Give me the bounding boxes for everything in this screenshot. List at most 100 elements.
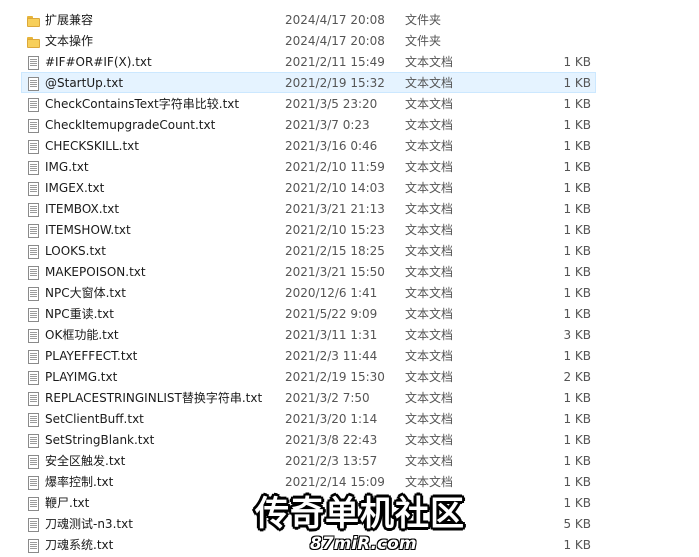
text-file-icon <box>25 118 41 134</box>
file-size: 1 KB <box>563 265 591 279</box>
file-name: CheckItemupgradeCount.txt <box>45 118 216 132</box>
file-row[interactable]: @StartUp.txt 2021/2/19 15:32 文本文档 1 KB <box>21 72 596 93</box>
file-type: 文本文档 <box>405 454 454 468</box>
file-modified-date: 2021/3/2 7:50 <box>285 391 370 405</box>
text-file-icon <box>25 328 41 344</box>
file-type: 文本文档 <box>405 265 454 279</box>
file-size: 1 KB <box>563 139 591 153</box>
file-name: ITEMSHOW.txt <box>45 223 131 237</box>
text-file-icon <box>25 160 41 176</box>
file-name: 扩展兼容 <box>45 13 94 27</box>
watermark-text: 传奇单机社区 <box>255 494 465 534</box>
file-row[interactable]: SetClientBuff.txt 2021/3/20 1:14 文本文档 1 KB <box>21 408 596 429</box>
file-modified-date: 2021/2/11 15:49 <box>285 55 385 69</box>
file-name: PLAYEFFECT.txt <box>45 349 138 363</box>
file-type: 文本文档 <box>405 286 454 300</box>
file-row[interactable]: CHECKSKILL.txt 2021/3/16 0:46 文本文档 1 KB <box>21 135 596 156</box>
file-size: 1 KB <box>563 412 591 426</box>
text-file-icon <box>25 433 41 449</box>
file-name: LOOKS.txt <box>45 244 106 258</box>
file-modified-date: 2021/3/7 0:23 <box>285 118 370 132</box>
file-row[interactable]: ITEMBOX.txt 2021/3/21 21:13 文本文档 1 KB <box>21 198 596 219</box>
file-row[interactable]: CheckItemupgradeCount.txt 2021/3/7 0:23 文本… <box>21 114 596 135</box>
file-type: 文本文档 <box>405 55 454 69</box>
file-name: 安全区触发.txt <box>45 454 126 468</box>
file-name: 鞭尸.txt <box>45 496 90 510</box>
file-row[interactable]: ITEMSHOW.txt 2021/2/10 15:23 文本文档 1 KB <box>21 219 596 240</box>
file-modified-date: 2021/3/21 21:13 <box>285 202 385 216</box>
file-modified-date: 2021/2/19 15:30 <box>285 370 385 384</box>
file-name: CheckContainsText字符串比较.txt <box>45 97 240 111</box>
text-file-icon <box>25 454 41 470</box>
file-row[interactable]: OK框功能.txt 2021/3/11 1:31 文本文档 3 KB <box>21 324 596 345</box>
file-name: NPC重读.txt <box>45 307 114 321</box>
file-row[interactable]: REPLACESTRINGINLIST替换字符串.txt 2021/3/2 7:5… <box>21 387 596 408</box>
file-row[interactable]: PLAYEFFECT.txt 2021/2/3 11:44 文本文档 1 KB <box>21 345 596 366</box>
text-file-icon <box>25 370 41 386</box>
file-modified-date: 2021/3/21 15:50 <box>285 265 385 279</box>
file-size: 1 KB <box>563 223 591 237</box>
file-size: 1 KB <box>563 307 591 321</box>
file-size: 1 KB <box>563 202 591 216</box>
text-file-icon <box>25 76 41 92</box>
file-type: 文本文档 <box>405 160 454 174</box>
file-modified-date: 2021/3/20 1:14 <box>285 412 378 426</box>
file-modified-date: 2021/2/19 15:32 <box>285 76 385 90</box>
folder-row[interactable]: 扩展兼容 2024/4/17 20:08 文件夹 <box>21 9 596 30</box>
file-name: CHECKSKILL.txt <box>45 139 139 153</box>
file-type: 文本文档 <box>405 370 454 384</box>
text-file-icon <box>25 496 41 512</box>
file-type: 文件夹 <box>405 34 442 48</box>
file-type: 文本文档 <box>405 139 454 153</box>
file-row[interactable]: NPC大窗体.txt 2020/12/6 1:41 文本文档 1 KB <box>21 282 596 303</box>
file-row[interactable]: SetStringBlank.txt 2021/3/8 22:43 文本文档 1 KB <box>21 429 596 450</box>
file-row[interactable]: IMGEX.txt 2021/2/10 14:03 文本文档 1 KB <box>21 177 596 198</box>
file-type: 文本文档 <box>405 223 454 237</box>
file-type: 文本文档 <box>405 202 454 216</box>
file-modified-date: 2021/3/16 0:46 <box>285 139 378 153</box>
file-row[interactable]: LOOKS.txt 2021/2/15 18:25 文本文档 1 KB <box>21 240 596 261</box>
file-modified-date: 2024/4/17 20:08 <box>285 13 385 27</box>
file-row[interactable]: PLAYIMG.txt 2021/2/19 15:30 文本文档 2 KB <box>21 366 596 387</box>
file-modified-date: 2021/3/11 1:31 <box>285 328 378 342</box>
file-row[interactable]: IMG.txt 2021/2/10 11:59 文本文档 1 KB <box>21 156 596 177</box>
file-size: 1 KB <box>563 118 591 132</box>
file-type: 文本文档 <box>405 412 454 426</box>
file-type: 文本文档 <box>405 118 454 132</box>
file-name: SetStringBlank.txt <box>45 433 155 447</box>
file-size: 1 KB <box>563 244 591 258</box>
file-size: 1 KB <box>563 391 591 405</box>
file-size: 1 KB <box>563 349 591 363</box>
file-row[interactable]: #IF#OR#IF(X).txt 2021/2/11 15:49 文本文档 1 KB <box>21 51 596 72</box>
file-name: MAKEPOISON.txt <box>45 265 146 279</box>
file-row[interactable]: CheckContainsText字符串比较.txt 2021/3/5 23:20… <box>21 93 596 114</box>
file-type: 文本文档 <box>405 433 454 447</box>
file-name: REPLACESTRINGINLIST替换字符串.txt <box>45 391 263 405</box>
file-type: 文本文档 <box>405 328 454 342</box>
text-file-icon <box>25 181 41 197</box>
file-row[interactable]: NPC重读.txt 2021/5/22 9:09 文本文档 1 KB <box>21 303 596 324</box>
file-name: 刀魂测试-n3.txt <box>45 517 133 531</box>
file-type: 文本文档 <box>405 391 454 405</box>
file-size: 1 KB <box>563 475 591 489</box>
file-type: 文本文档 <box>405 307 454 321</box>
file-size: 1 KB <box>563 76 591 90</box>
file-name: NPC大窗体.txt <box>45 286 126 300</box>
file-modified-date: 2021/2/3 11:44 <box>285 349 378 363</box>
file-size: 1 KB <box>563 55 591 69</box>
file-size: 1 KB <box>563 433 591 447</box>
file-size: 1 KB <box>563 181 591 195</box>
text-file-icon <box>25 244 41 260</box>
file-row[interactable]: MAKEPOISON.txt 2021/3/21 15:50 文本文档 1 KB <box>21 261 596 282</box>
file-row[interactable]: 安全区触发.txt 2021/2/3 13:57 文本文档 1 KB <box>21 450 596 471</box>
file-row[interactable]: 刀魂系统.txt 1 KB <box>21 534 596 555</box>
file-name: @StartUp.txt <box>45 76 124 90</box>
file-size: 1 KB <box>563 160 591 174</box>
text-file-icon <box>25 412 41 428</box>
file-size: 2 KB <box>563 370 591 384</box>
file-modified-date: 2024/4/17 20:08 <box>285 34 385 48</box>
file-name: #IF#OR#IF(X).txt <box>45 55 152 69</box>
folder-row[interactable]: 文本操作 2024/4/17 20:08 文件夹 <box>21 30 596 51</box>
text-file-icon <box>25 223 41 239</box>
file-type: 文本文档 <box>405 97 454 111</box>
